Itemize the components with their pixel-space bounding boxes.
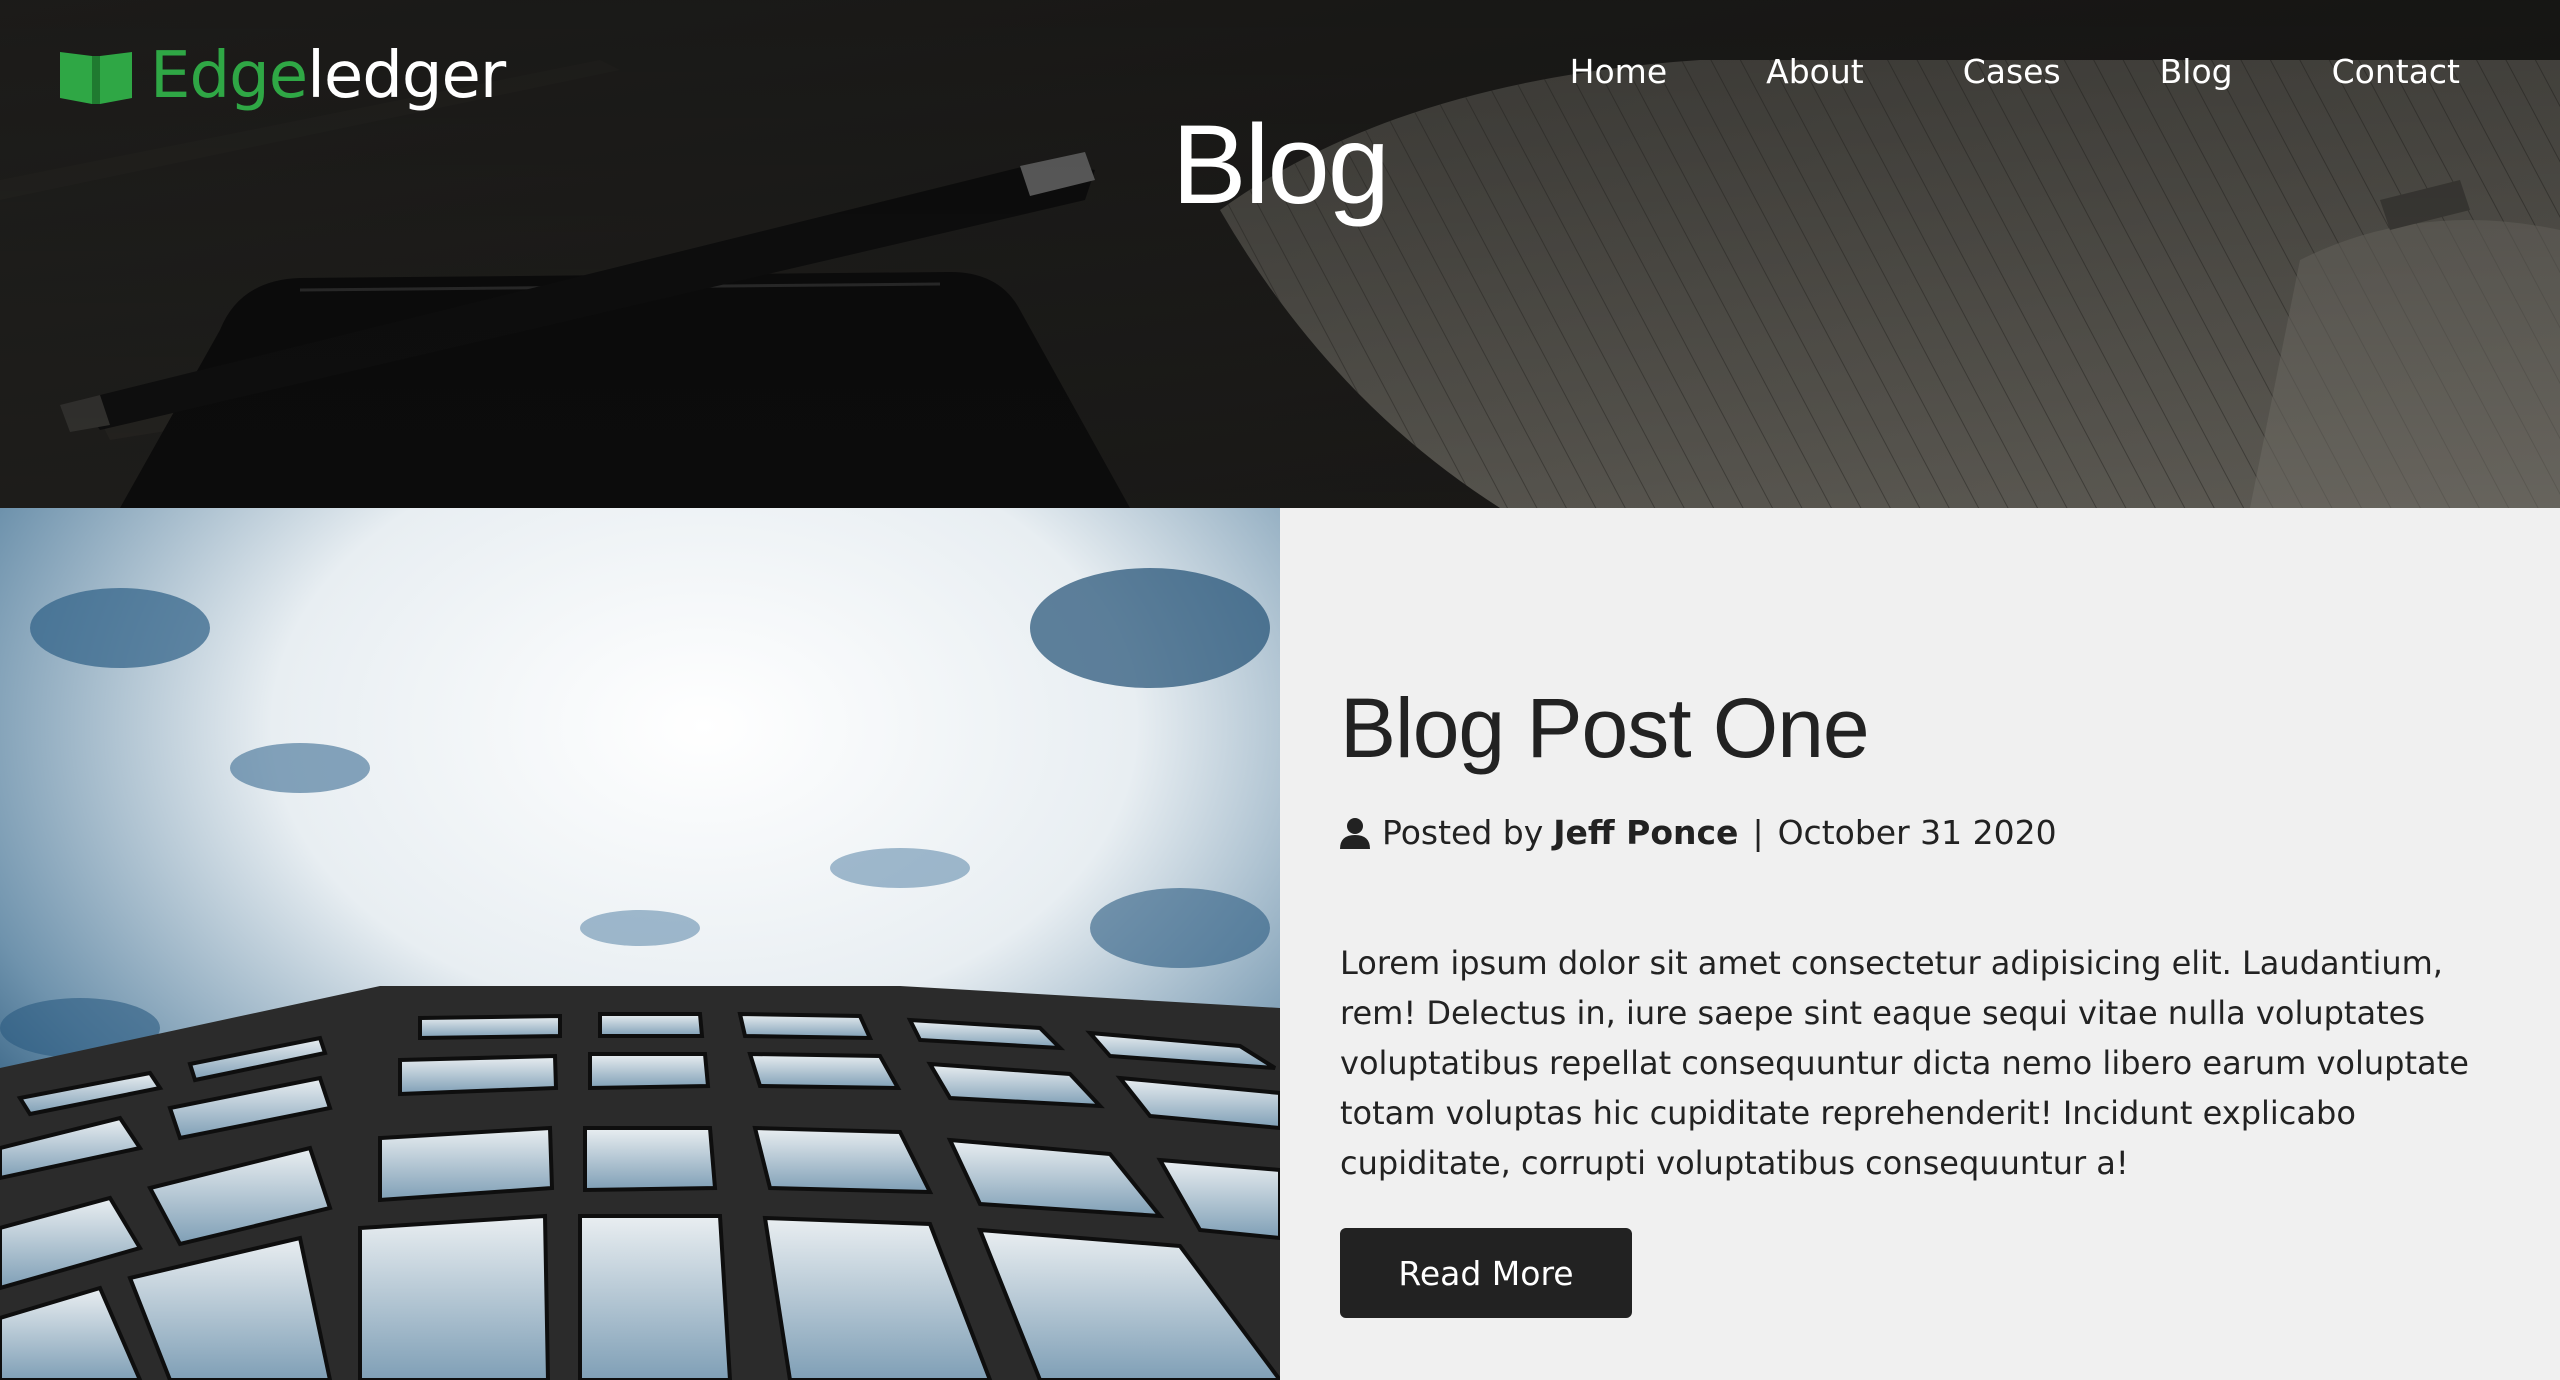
- logo-text: Edgeledger: [150, 44, 506, 108]
- page-title: Blog: [1171, 102, 1390, 227]
- nav-about[interactable]: About: [1766, 46, 1864, 98]
- post-date: October 31 2020: [1777, 813, 2057, 852]
- hero-banner: Edgeledger Home About Cases Blog Contact…: [0, 0, 2560, 508]
- nav-home[interactable]: Home: [1570, 46, 1667, 98]
- post-image: [0, 508, 1280, 1380]
- blog-post-card: Blog Post One Posted by Jeff Ponce | Oct…: [0, 508, 2560, 1380]
- user-icon: [1340, 818, 1370, 849]
- post-meta: Posted by Jeff Ponce | October 31 2020: [1340, 808, 2057, 858]
- nav-contact[interactable]: Contact: [2332, 46, 2460, 98]
- post-author: Jeff Ponce: [1553, 813, 1739, 852]
- nav-cases[interactable]: Cases: [1963, 46, 2061, 98]
- open-book-icon: [60, 52, 132, 104]
- main-nav: Home About Cases Blog Contact: [1570, 46, 2460, 98]
- post-content: Blog Post One Posted by Jeff Ponce | Oct…: [1340, 508, 2500, 1380]
- building-sky-photo: [0, 508, 1280, 1380]
- post-title[interactable]: Blog Post One: [1340, 668, 1870, 788]
- post-excerpt: Lorem ipsum dolor sit amet consectetur a…: [1340, 944, 2469, 1182]
- read-more-button[interactable]: Read More: [1340, 1228, 1632, 1318]
- posted-by-label: Posted by: [1382, 813, 1544, 852]
- meta-separator: |: [1752, 813, 1764, 852]
- nav-blog[interactable]: Blog: [2160, 46, 2233, 98]
